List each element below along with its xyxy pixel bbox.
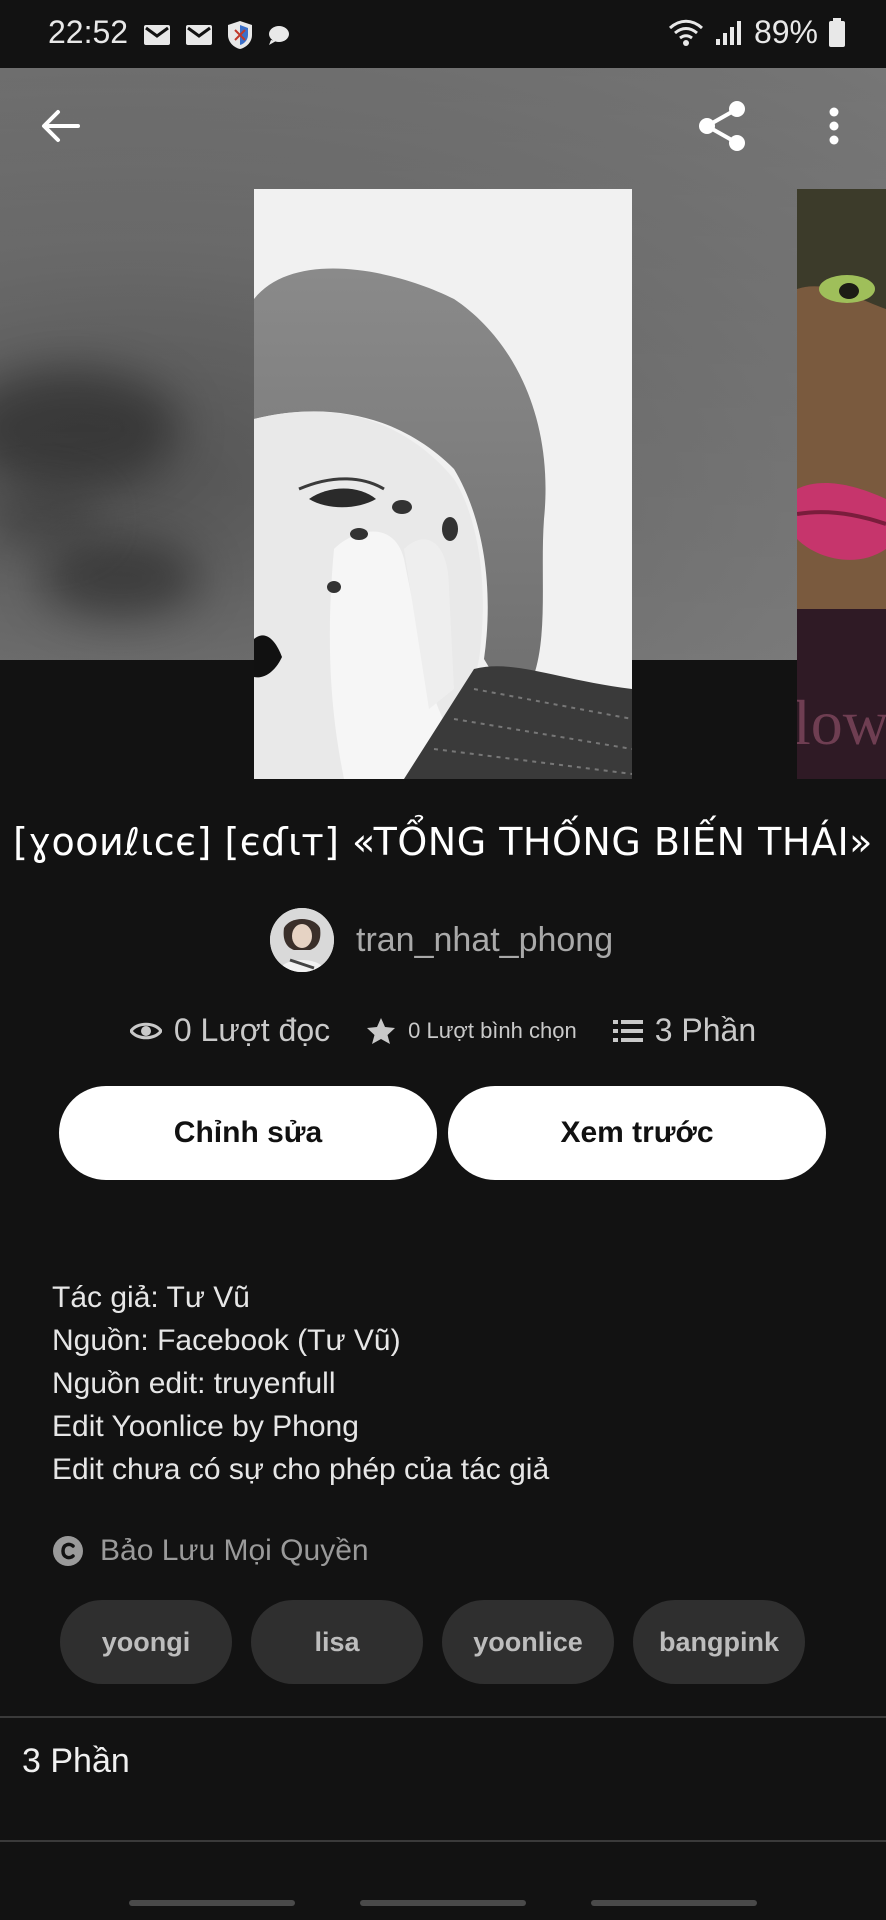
chat-bubble-icon xyxy=(269,26,289,45)
arrow-left-icon xyxy=(42,110,80,142)
back-button[interactable] xyxy=(30,96,90,156)
more-vertical-icon xyxy=(829,107,839,145)
notification-icons xyxy=(143,20,291,50)
reads-stat: 0 Lượt đọc xyxy=(129,1012,331,1049)
copyright-label: Bảo Lưu Mọi Quyền xyxy=(100,1534,369,1567)
eye-icon xyxy=(129,1022,162,1039)
avatar xyxy=(270,908,334,972)
copyright-icon xyxy=(53,1536,83,1566)
shield-icon xyxy=(228,21,252,49)
status-bar: 22:52 89% xyxy=(0,0,886,68)
description-line: Nguồn edit: truyenfull xyxy=(52,1367,336,1400)
more-options-button[interactable] xyxy=(804,96,864,156)
next-story-cover[interactable]: low xyxy=(797,189,886,779)
author-link[interactable]: tran_nhat_phong xyxy=(270,908,613,972)
bottom-indicator xyxy=(129,1900,295,1906)
story-title: [ɣooиℓιcє] [єɗιт] «TỔNG THỐNG BIẾN THÁI» xyxy=(13,820,873,864)
tag-list: yoongi lisa yoonlice bangpink xyxy=(60,1600,805,1684)
story-stats: 0 Lượt đọc 0 Lượt bình chọn 3 Phần xyxy=(0,1012,886,1049)
system-status: 89% xyxy=(668,14,846,51)
status-time: 22:52 xyxy=(48,14,129,50)
cover-illustration: low xyxy=(797,189,886,779)
share-icon xyxy=(699,101,745,151)
story-cover[interactable] xyxy=(254,189,632,779)
parts-stat[interactable]: 3 Phần xyxy=(612,1012,757,1049)
parts-section-title[interactable]: 3 Phần xyxy=(22,1742,130,1781)
copyright-notice: Bảo Lưu Mọi Quyền xyxy=(52,1534,369,1568)
parts-count: 3 Phần xyxy=(654,1012,757,1048)
bottom-indicator xyxy=(591,1900,757,1906)
reads-count: 0 Lượt đọc xyxy=(173,1012,331,1048)
preview-button[interactable]: Xem trước xyxy=(448,1086,826,1180)
description-line: Edit Yoonlice by Phong xyxy=(52,1410,359,1443)
edit-button[interactable]: Chỉnh sửa xyxy=(59,1086,437,1180)
cover-illustration xyxy=(254,189,632,779)
bottom-indicator xyxy=(360,1900,526,1906)
tag-chip[interactable]: lisa xyxy=(251,1600,423,1684)
description-line: Tác giả: Tư Vũ xyxy=(52,1281,250,1314)
svg-text:low: low xyxy=(797,687,886,758)
battery-percent: 89% xyxy=(753,14,818,50)
description-line: Edit chưa có sự cho phép của tác giả xyxy=(52,1453,550,1486)
gmail-icon xyxy=(144,25,170,45)
share-button[interactable] xyxy=(692,96,752,156)
author-avatar-image xyxy=(270,908,334,972)
author-name: tran_nhat_phong xyxy=(356,920,614,959)
divider xyxy=(0,1840,886,1842)
gmail-icon xyxy=(186,25,212,45)
tag-chip[interactable]: yoongi xyxy=(60,1600,232,1684)
divider xyxy=(0,1716,886,1718)
star-icon xyxy=(367,1017,396,1044)
story-description: Tác giả: Tư Vũ Nguồn: Facebook (Tư Vũ) N… xyxy=(52,1276,549,1491)
wifi-icon xyxy=(668,19,703,46)
votes-stat: 0 Lượt bình chọn xyxy=(366,1017,577,1045)
battery-icon xyxy=(829,17,845,47)
list-icon xyxy=(612,1019,643,1042)
tag-chip[interactable]: bangpink xyxy=(633,1600,805,1684)
signal-icon xyxy=(715,20,741,45)
tag-chip[interactable]: yoonlice xyxy=(442,1600,614,1684)
votes-count: 0 Lượt bình chọn xyxy=(408,1017,577,1043)
description-line: Nguồn: Facebook (Tư Vũ) xyxy=(52,1324,401,1357)
